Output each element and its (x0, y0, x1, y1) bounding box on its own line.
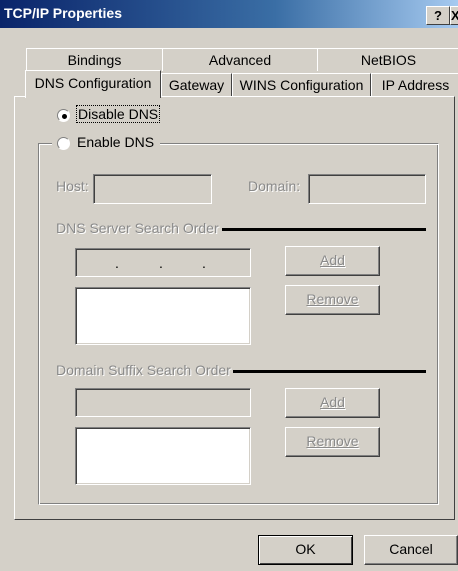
domain-suffix-field[interactable] (75, 388, 251, 417)
suffix-add-button[interactable]: Add (285, 388, 380, 418)
tab-gateway[interactable]: Gateway (161, 73, 232, 96)
tab-bindings[interactable]: Bindings (26, 48, 163, 71)
dns-add-label: Add (320, 252, 345, 268)
dns-server-order-label: DNS Server Search Order (56, 220, 219, 236)
dns-remove-label: Remove (306, 291, 359, 307)
ip-dot-3: . (202, 255, 206, 271)
dns-remove-button[interactable]: Remove (285, 285, 380, 315)
close-button[interactable]: X (450, 6, 458, 25)
suffix-remove-button[interactable]: Remove (285, 427, 380, 457)
tab-dns-configuration[interactable]: DNS Configuration (25, 70, 161, 98)
disable-dns-label[interactable]: Disable DNS (75, 105, 161, 123)
radio-selected-dot (62, 114, 67, 119)
tab-advanced[interactable]: Advanced (162, 48, 318, 71)
tab-ip-address[interactable]: IP Address (371, 73, 458, 96)
enable-dns-radio[interactable] (57, 137, 70, 150)
tab-wins-configuration[interactable]: WINS Configuration (232, 73, 371, 96)
domain-label: Domain: (248, 178, 301, 194)
suffix-remove-label: Remove (306, 433, 359, 449)
cancel-button[interactable]: Cancel (364, 535, 458, 565)
domain-field[interactable] (308, 174, 426, 204)
suffix-add-label: Add (320, 394, 345, 410)
host-label: Host: (56, 178, 89, 194)
ok-button[interactable]: OK (258, 535, 353, 565)
dns-server-ip-field[interactable]: . . . (75, 248, 251, 277)
dns-server-list[interactable] (75, 287, 251, 345)
tab-netbios[interactable]: NetBIOS (317, 48, 458, 71)
title-bar[interactable]: TCP/IP Properties ? X (0, 0, 458, 28)
help-button[interactable]: ? (426, 6, 450, 25)
window-title: TCP/IP Properties (4, 5, 123, 21)
ip-dot-1: . (115, 255, 119, 271)
domain-suffix-list[interactable] (75, 427, 251, 485)
host-field[interactable] (93, 174, 212, 204)
dns-add-button[interactable]: Add (285, 246, 380, 276)
ok-label: OK (295, 541, 316, 557)
enable-dns-label[interactable]: Enable DNS (77, 134, 154, 150)
domain-suffix-order-divider (233, 370, 426, 373)
ip-dot-2: . (159, 255, 163, 271)
domain-suffix-order-label: Domain Suffix Search Order (56, 362, 231, 378)
disable-dns-radio[interactable] (57, 109, 70, 122)
cancel-label: Cancel (389, 541, 433, 557)
dns-server-order-divider (222, 228, 426, 231)
